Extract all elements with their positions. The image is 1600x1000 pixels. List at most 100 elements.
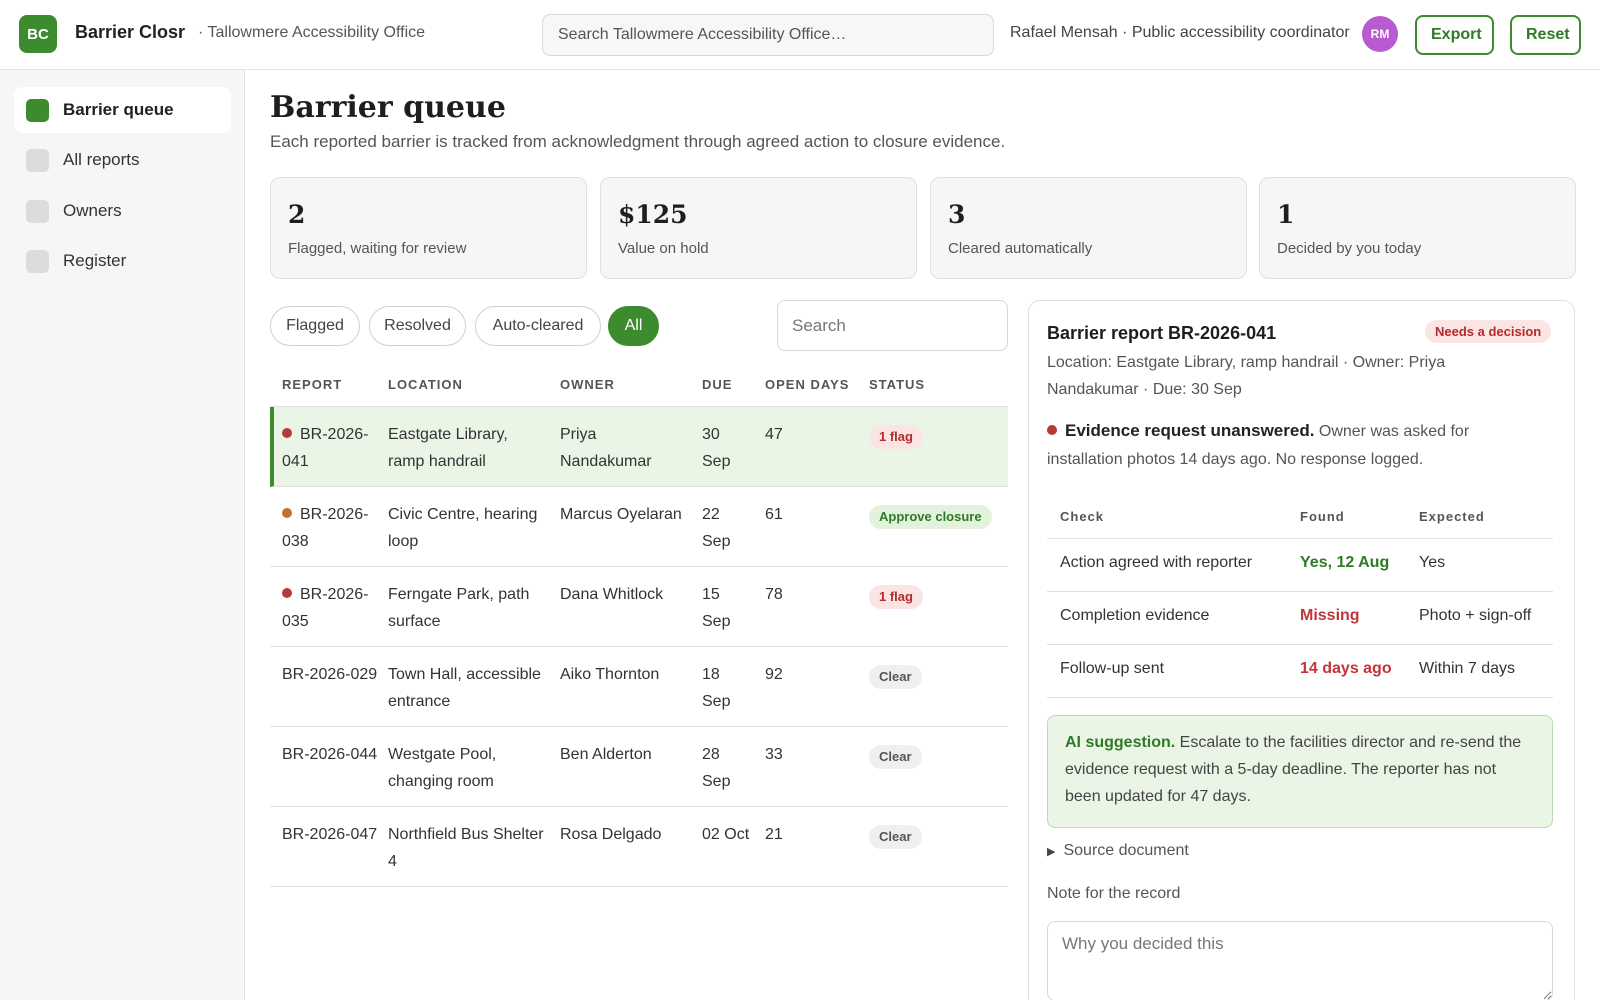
square-icon [26,148,49,172]
status-badge: Clear [869,823,922,850]
column-header-status[interactable]: Status [869,377,925,392]
check-name: Follow-up sent [1060,660,1165,677]
check-expected: Photo + sign-off [1419,607,1532,624]
sidebar-item-label: Register [63,251,127,270]
export-button[interactable]: Export [1415,15,1494,55]
page-subtitle: Each reported barrier is tracked from ac… [270,132,1006,151]
report-detail-panel: Barrier report BR-2026-041 Needs a decis… [1028,300,1575,1000]
stat-label: Flagged, waiting for review [288,240,467,257]
filter-chip-all[interactable]: All [608,306,659,346]
note-label: Note for the record [1047,885,1181,902]
expected-column-header: Expected [1419,509,1485,524]
report-owner: Dana Whitlock [560,586,664,603]
page-title: Barrier queue [270,90,506,125]
table-row[interactable]: BR-2026-035 Ferngate Park, path surface … [270,567,1008,647]
check-row: Follow-up sent 14 days ago Within 7 days [1047,644,1553,697]
column-header-due[interactable]: Due [702,377,732,392]
stat-card-decided: 1 Decided by you today [1259,177,1576,279]
report-open-days: 61 [765,506,783,523]
report-location: Civic Centre, hearing loop [388,506,538,550]
ai-suggestion: AI suggestion. Escalate to the facilitie… [1047,715,1553,828]
table-row[interactable]: BR-2026-038 Civic Centre, hearing loop M… [270,487,1008,567]
check-row: Completion evidence Missing Photo + sign… [1047,591,1553,644]
check-found: Missing [1300,607,1360,624]
table-row[interactable]: BR-2026-029 Town Hall, accessible entran… [270,647,1008,727]
report-location: Town Hall, accessible entrance [388,666,541,710]
avatar[interactable]: RM [1362,16,1398,52]
report-due: 15 Sep [702,586,731,630]
global-search-input[interactable] [542,14,994,56]
table-row[interactable]: BR-2026-041 Eastgate Library, ramp handr… [270,407,1008,487]
report-open-days: 78 [765,586,783,603]
source-document-label: Source document [1063,842,1189,859]
column-header-owner[interactable]: Owner [560,377,615,392]
stat-label: Value on hold [618,240,709,257]
report-location: Westgate Pool, changing room [388,746,497,790]
detail-title: Barrier report BR-2026-041 [1047,323,1277,343]
sidebar-item-owners[interactable]: Owners [14,188,231,234]
report-id: BR-2026-035 [282,586,369,630]
check-name: Completion evidence [1060,607,1210,624]
table-row[interactable]: BR-2026-047 Northfield Bus Shelter 4 Ros… [270,807,1008,887]
status-dot-icon [282,428,292,438]
evidence-alert: Evidence request unanswered. Owner was a… [1047,417,1537,474]
report-location: Eastgate Library, ramp handrail [388,426,508,470]
triangle-right-icon: ▶ [1047,846,1056,858]
stat-card-cleared: 3 Cleared automatically [930,177,1247,279]
stat-label: Cleared automatically [948,240,1093,257]
check-row: Action agreed with reporter Yes, 12 Aug … [1047,538,1553,591]
found-column-header: Found [1300,509,1345,524]
status-badge: Approve closure [869,503,992,530]
report-id: BR-2026-041 [282,426,369,470]
sidebar: Barrier queue All reports Owners Registe… [0,70,245,1000]
stat-card-flagged: 2 Flagged, waiting for review [270,177,587,279]
report-due: 18 Sep [702,666,731,710]
report-open-days: 47 [765,426,783,443]
sidebar-item-all-reports[interactable]: All reports [14,137,231,183]
status-badge: 1 flag [869,583,923,610]
ai-suggestion-label: AI suggestion. [1065,734,1176,751]
report-owner: Ben Alderton [560,746,652,763]
check-expected: Within 7 days [1419,660,1516,677]
square-icon [26,98,49,122]
sidebar-item-label: Barrier queue [63,100,174,119]
stat-value: 3 [948,200,966,229]
alert-dot-icon [1047,425,1057,435]
filter-chip-flagged[interactable]: Flagged [270,306,360,346]
reset-button[interactable]: Reset [1510,15,1581,55]
report-open-days: 33 [765,746,783,763]
stat-label: Decided by you today [1277,240,1422,257]
report-due: 02 Oct [702,826,750,843]
table-row[interactable]: BR-2026-044 Westgate Pool, changing room… [270,727,1008,807]
column-header-report[interactable]: Report [282,377,342,392]
check-name: Action agreed with reporter [1060,554,1253,571]
check-found: 14 days ago [1300,660,1392,677]
source-document-toggle[interactable]: ▶ Source document [1047,842,1189,860]
column-header-location[interactable]: Location [388,377,463,392]
top-bar: BC Barrier Closr · Tallowmere Accessibil… [0,0,1600,70]
decision-badge: Needs a decision [1425,320,1552,343]
status-badge: Clear [869,663,922,690]
report-open-days: 92 [765,666,783,683]
sidebar-item-barrier-queue[interactable]: Barrier queue [14,87,231,133]
report-location: Northfield Bus Shelter 4 [388,826,544,870]
report-owner: Rosa Delgado [560,826,662,843]
report-due: 22 Sep [702,506,731,550]
table-search-input[interactable] [777,300,1008,351]
stat-value: 2 [288,200,306,229]
square-icon [26,249,49,273]
stat-card-value-on-hold: $125 Value on hold [600,177,917,279]
column-header-open-days[interactable]: Open days [765,377,849,392]
sidebar-item-label: All reports [63,150,140,169]
org-name: · Tallowmere Accessibility Office [198,24,426,41]
filter-chip-auto-cleared[interactable]: Auto-cleared [475,306,601,346]
stat-value: 1 [1277,200,1295,229]
report-location: Ferngate Park, path surface [388,586,530,630]
sidebar-item-register[interactable]: Register [14,238,231,284]
note-textarea[interactable] [1047,921,1553,1000]
report-due: 28 Sep [702,746,731,790]
filter-chip-resolved[interactable]: Resolved [369,306,466,346]
current-user: Rafael Mensah · Public accessibility coo… [1010,24,1350,41]
alert-title: Evidence request unanswered. [1065,421,1315,440]
check-table-divider [1047,697,1553,698]
